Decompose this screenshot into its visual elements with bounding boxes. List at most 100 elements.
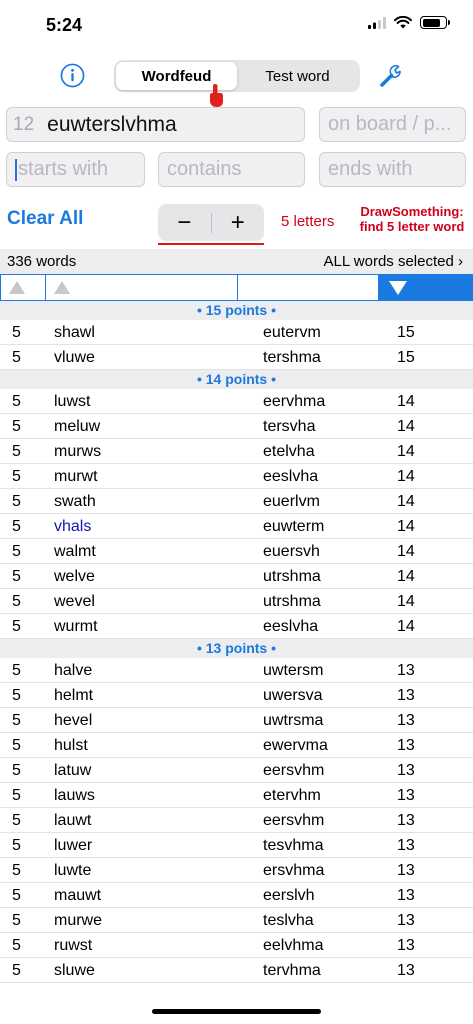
info-circle-icon[interactable] bbox=[60, 63, 85, 88]
sort-ascending-icon bbox=[54, 281, 70, 294]
remaining-letters: ewervma bbox=[263, 737, 328, 754]
word-length: 5 bbox=[12, 593, 21, 610]
word-length: 5 bbox=[12, 418, 21, 435]
word-row[interactable]: 5 lauws etervhm 13 bbox=[0, 783, 473, 808]
letters-input[interactable]: 12 euwterslvhma bbox=[6, 107, 305, 142]
contains-input[interactable]: contains bbox=[158, 152, 305, 187]
word-length: 5 bbox=[12, 962, 21, 979]
sort-descending-icon bbox=[389, 280, 407, 295]
word-row[interactable]: 5 walmt euersvh 14 bbox=[0, 539, 473, 564]
remaining-letters: eersvhm bbox=[263, 812, 325, 829]
word-row[interactable]: 5 swath euerlvm 14 bbox=[0, 489, 473, 514]
remaining-letters: ersvhma bbox=[263, 862, 325, 879]
word-points: 13 bbox=[397, 762, 415, 779]
word-row[interactable]: 5 lauwt eersvhm 13 bbox=[0, 808, 473, 833]
word-length: 5 bbox=[12, 468, 21, 485]
word-length: 5 bbox=[12, 493, 21, 510]
word-text: hevel bbox=[54, 712, 93, 729]
word-row[interactable]: 5 luwst eervhma 14 bbox=[0, 389, 473, 414]
word-points: 14 bbox=[397, 443, 415, 460]
length-stepper[interactable]: − + bbox=[158, 204, 264, 241]
word-row[interactable]: 5 vluwe tershma 15 bbox=[0, 345, 473, 370]
word-points: 14 bbox=[397, 393, 415, 410]
hint-line-1: DrawSomething: bbox=[360, 204, 464, 219]
word-row[interactable]: 5 wurmt eeslvha 14 bbox=[0, 614, 473, 639]
remaining-letters: utrshma bbox=[263, 568, 321, 585]
word-points: 13 bbox=[397, 787, 415, 804]
starts-with-placeholder: starts with bbox=[18, 158, 109, 180]
increment-button[interactable]: + bbox=[212, 209, 265, 237]
word-row[interactable]: 5 hevel uwtrsma 13 bbox=[0, 708, 473, 733]
word-length: 5 bbox=[12, 543, 21, 560]
word-count: 336 words bbox=[7, 253, 77, 270]
letters-value: euwterslvhma bbox=[47, 112, 177, 136]
word-text: welve bbox=[54, 568, 95, 585]
word-row[interactable]: 5 vhals euwterm 14 bbox=[0, 514, 473, 539]
wrench-icon[interactable] bbox=[376, 62, 404, 90]
section-header: • 14 points • bbox=[0, 370, 473, 389]
sort-length-column[interactable] bbox=[1, 275, 46, 300]
word-text: wurmt bbox=[54, 618, 98, 635]
ends-with-placeholder: ends with bbox=[328, 158, 413, 180]
word-points: 13 bbox=[397, 712, 415, 729]
mode-segmented-control[interactable]: Wordfeud Test word bbox=[114, 60, 360, 92]
word-text: halve bbox=[54, 662, 93, 679]
word-text: mauwt bbox=[54, 887, 102, 904]
word-row[interactable]: 5 halve uwtersm 13 bbox=[0, 658, 473, 683]
sort-letters-column[interactable] bbox=[238, 275, 379, 300]
remaining-letters: euerlvm bbox=[263, 493, 320, 510]
segment-test-word[interactable]: Test word bbox=[237, 62, 358, 90]
ends-with-input[interactable]: ends with bbox=[319, 152, 466, 187]
board-input[interactable]: on board / p... bbox=[319, 107, 466, 142]
word-list[interactable]: • 15 points • 5 shawl eutervm 15 5 vluwe tershm… bbox=[0, 301, 473, 983]
word-length: 5 bbox=[12, 618, 21, 635]
word-row[interactable]: 5 sluwe tervhma 13 bbox=[0, 958, 473, 983]
word-length: 5 bbox=[12, 912, 21, 929]
word-row[interactable]: 5 shawl eutervm 15 bbox=[0, 320, 473, 345]
word-length: 5 bbox=[12, 687, 21, 704]
decrement-button[interactable]: − bbox=[158, 209, 211, 237]
selection-filter-link[interactable]: ALL words selected › bbox=[323, 253, 463, 270]
word-row[interactable]: 5 latuw eersvhm 13 bbox=[0, 758, 473, 783]
word-row[interactable]: 5 mauwt eerslvh 13 bbox=[0, 883, 473, 908]
remaining-letters: euersvh bbox=[263, 543, 320, 560]
sort-points-column[interactable] bbox=[379, 275, 472, 300]
word-length: 5 bbox=[12, 812, 21, 829]
word-row[interactable]: 5 meluw tersvha 14 bbox=[0, 414, 473, 439]
remaining-letters: etervhm bbox=[263, 787, 321, 804]
word-points: 13 bbox=[397, 937, 415, 954]
word-row[interactable]: 5 helmt uwersva 13 bbox=[0, 683, 473, 708]
word-points: 14 bbox=[397, 618, 415, 635]
word-row[interactable]: 5 welve utrshma 14 bbox=[0, 564, 473, 589]
word-row[interactable]: 5 luwer tesvhma 13 bbox=[0, 833, 473, 858]
word-text: luwer bbox=[54, 837, 93, 854]
word-length: 5 bbox=[12, 762, 21, 779]
letter-count: 12 bbox=[13, 113, 35, 135]
word-row[interactable]: 5 murwt eeslvha 14 bbox=[0, 464, 473, 489]
word-points: 13 bbox=[397, 837, 415, 854]
status-bar: 5:24 bbox=[0, 0, 473, 50]
word-length: 5 bbox=[12, 393, 21, 410]
word-length-label: 5 letters bbox=[281, 213, 335, 230]
word-row[interactable]: 5 murws etelvha 14 bbox=[0, 439, 473, 464]
word-row[interactable]: 5 luwte ersvhma 13 bbox=[0, 858, 473, 883]
word-points: 14 bbox=[397, 518, 415, 535]
word-row[interactable]: 5 wevel utrshma 14 bbox=[0, 589, 473, 614]
word-length: 5 bbox=[12, 518, 21, 535]
word-text: wevel bbox=[54, 593, 95, 610]
word-row[interactable]: 5 ruwst eelvhma 13 bbox=[0, 933, 473, 958]
word-text: shawl bbox=[54, 324, 95, 341]
word-length: 5 bbox=[12, 662, 21, 679]
remaining-letters: tesvhma bbox=[263, 837, 324, 854]
remaining-letters: eelvhma bbox=[263, 937, 324, 954]
word-row[interactable]: 5 hulst ewervma 13 bbox=[0, 733, 473, 758]
remaining-letters: uwtersm bbox=[263, 662, 324, 679]
word-length: 5 bbox=[12, 568, 21, 585]
remaining-letters: tershma bbox=[263, 349, 321, 366]
word-text: luwst bbox=[54, 393, 91, 410]
clear-all-button[interactable]: Clear All bbox=[7, 208, 83, 230]
remaining-letters: teslvha bbox=[263, 912, 314, 929]
sort-word-column[interactable] bbox=[46, 275, 238, 300]
word-row[interactable]: 5 murwe teslvha 13 bbox=[0, 908, 473, 933]
starts-with-input[interactable]: starts with bbox=[6, 152, 145, 187]
